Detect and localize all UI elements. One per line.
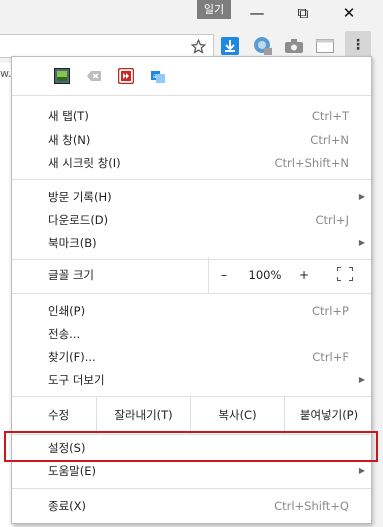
menu-item-shortcut: Ctrl+Shift+Q xyxy=(274,499,349,513)
menu-item-label: 새 탭(T) xyxy=(48,109,89,123)
zoom-in-button[interactable]: + xyxy=(289,257,319,293)
menu-item-shortcut: Ctrl+N xyxy=(310,133,349,147)
menu-item-cast[interactable]: 전송... xyxy=(12,323,371,345)
paste-button[interactable]: 붙여넣기(P) xyxy=(284,397,373,434)
submenu-arrow-icon: ▶ xyxy=(358,192,365,201)
menu-item-shortcut: Ctrl+F xyxy=(312,350,349,364)
menu-item-help[interactable]: 도움말(E) ▶ xyxy=(12,460,371,482)
separator xyxy=(12,488,371,489)
submenu-arrow-icon: ▶ xyxy=(358,466,365,475)
menu-item-shortcut: Ctrl+T xyxy=(311,109,349,123)
menu-item-downloads[interactable]: 다운로드(D) Ctrl+J xyxy=(12,209,371,231)
camera-extension-icon[interactable] xyxy=(283,35,305,57)
globe-extension-icon[interactable] xyxy=(252,35,274,57)
menu-item-label: 도움말(E) xyxy=(48,464,96,478)
window-extension-icon[interactable] xyxy=(314,35,336,57)
menu-item-bookmarks[interactable]: 북마크(B) ▶ xyxy=(12,232,371,254)
menu-button[interactable]: ⋮ xyxy=(345,31,371,59)
copy-button[interactable]: 복사(C) xyxy=(190,397,284,434)
download-extension-icon[interactable] xyxy=(219,35,241,57)
separator xyxy=(12,179,371,180)
zoom-level: 100% xyxy=(248,268,282,282)
menu-item-exit[interactable]: 종료(X) Ctrl+Shift+Q xyxy=(12,495,371,517)
svg-text:a: a xyxy=(153,73,157,80)
submenu-arrow-icon: ▶ xyxy=(358,375,365,384)
address-bar[interactable] xyxy=(0,34,214,58)
menu-item-label: 전송... xyxy=(48,327,81,341)
menu-item-incognito[interactable]: 새 시크릿 창(I) Ctrl+Shift+N xyxy=(12,152,371,174)
image-extension-icon[interactable] xyxy=(54,68,70,84)
menu-item-new-window[interactable]: 새 창(N) Ctrl+N xyxy=(12,129,371,151)
extension-row: a xyxy=(12,57,371,95)
close-button[interactable]: ✕ xyxy=(331,2,367,24)
window-titlebar: 일기 — ⧉ ✕ xyxy=(0,0,383,27)
zoom-out-button[interactable]: – xyxy=(209,257,239,293)
separator xyxy=(12,95,371,96)
translate-extension-icon[interactable]: a xyxy=(150,68,166,84)
menu-item-find[interactable]: 찾기(F)... Ctrl+F xyxy=(12,346,371,368)
fullscreen-icon[interactable] xyxy=(337,267,353,281)
menu-item-new-tab[interactable]: 새 탭(T) Ctrl+T xyxy=(12,105,371,127)
menu-item-shortcut: Ctrl+P xyxy=(311,304,349,318)
menu-item-label: 도구 더보기 xyxy=(48,373,105,387)
record-extension-icon[interactable] xyxy=(117,67,135,85)
menu-item-label: 북마크(B) xyxy=(48,236,97,250)
menu-item-print[interactable]: 인쇄(P) Ctrl+P xyxy=(12,300,371,322)
menu-item-label: 인쇄(P) xyxy=(48,304,86,318)
zoom-row: 글꼴 크기 – 100% + xyxy=(12,257,373,293)
zoom-controls: – 100% + xyxy=(208,257,373,293)
menu-item-label: 새 창(N) xyxy=(48,133,91,147)
delete-extension-icon[interactable] xyxy=(86,68,102,84)
settings-highlight-box xyxy=(4,431,378,462)
menu-item-shortcut: Ctrl+Shift+N xyxy=(274,156,349,170)
edit-label: 수정 xyxy=(48,408,70,422)
submenu-arrow-icon: ▶ xyxy=(358,238,365,247)
menu-item-history[interactable]: 방문 기록(H) ▶ xyxy=(12,186,371,208)
restore-button[interactable]: ⧉ xyxy=(285,2,321,24)
separator xyxy=(12,293,371,294)
menu-item-shortcut: Ctrl+J xyxy=(315,213,350,227)
star-icon[interactable] xyxy=(187,35,209,57)
menu-item-more-tools[interactable]: 도구 더보기 ▶ xyxy=(12,369,371,391)
menu-item-label: 다운로드(D) xyxy=(48,213,109,227)
menu-item-label: 방문 기록(H) xyxy=(48,190,112,204)
window-title-label: 일기 xyxy=(197,0,231,19)
menu-item-label: 종료(X) xyxy=(48,499,87,513)
minimize-button[interactable]: — xyxy=(239,2,275,24)
cut-button[interactable]: 잘라내기(T) xyxy=(96,397,190,434)
edit-row: 수정 잘라내기(T) 복사(C) 붙여넣기(P) xyxy=(12,397,371,434)
menu-item-label: 새 시크릿 창(I) xyxy=(48,156,121,170)
menu-item-label: 찾기(F)... xyxy=(48,350,96,364)
zoom-label: 글꼴 크기 xyxy=(48,268,94,282)
